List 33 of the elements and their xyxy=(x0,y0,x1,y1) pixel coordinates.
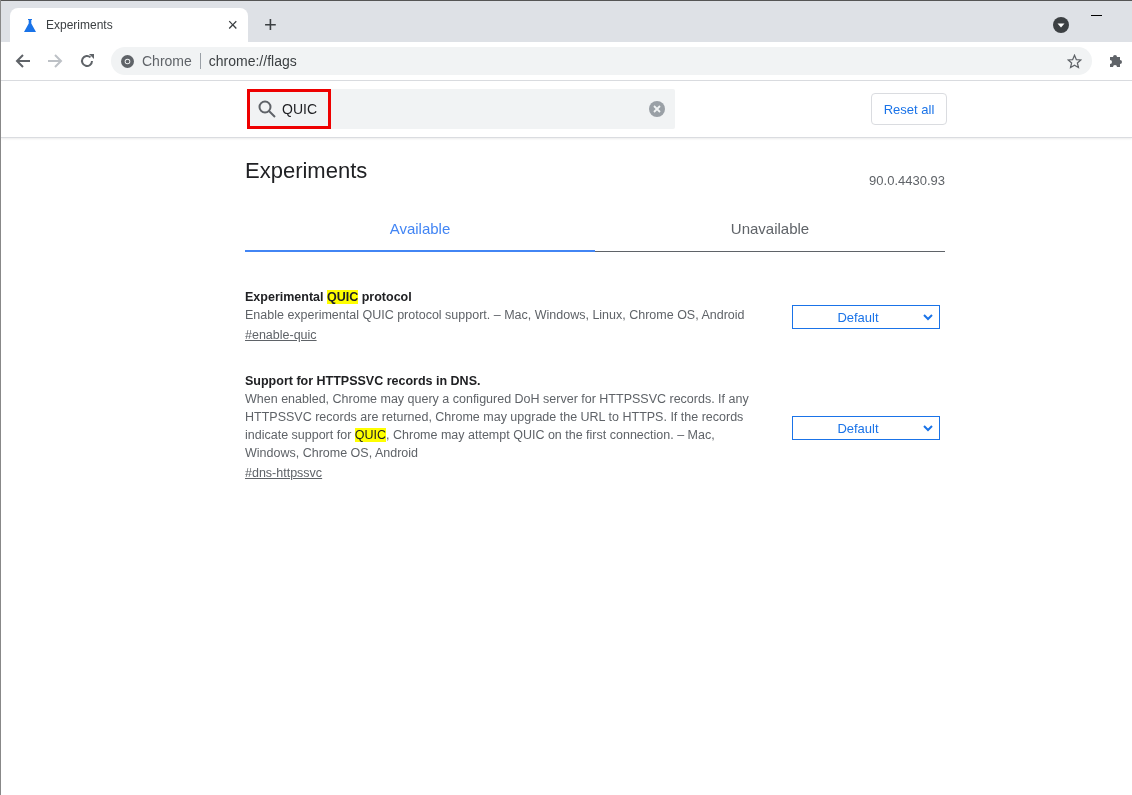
address-bar[interactable]: Chrome chrome://flags xyxy=(111,47,1092,75)
reload-icon[interactable] xyxy=(79,53,95,69)
page-heading: Experiments xyxy=(245,158,368,184)
tab-title: Experiments xyxy=(46,18,114,32)
chevron-down-icon xyxy=(923,313,933,321)
flag-description: Enable experimental QUIC protocol support. – Mac, Windows, Linux, Chrome OS, Android xyxy=(245,307,746,324)
tab[interactable]: Unavailable xyxy=(595,210,945,251)
back-icon[interactable] xyxy=(15,53,31,69)
tab[interactable]: Available xyxy=(245,210,595,252)
flag-dropdown[interactable]: Default xyxy=(792,416,940,440)
reset-all-button[interactable]: Reset all xyxy=(871,93,947,125)
browser-tab[interactable]: Experiments × xyxy=(10,8,248,42)
close-tab-button[interactable]: × xyxy=(227,16,238,34)
tab-search-icon[interactable] xyxy=(1053,17,1069,33)
flag-link[interactable]: #enable-quic xyxy=(245,324,317,346)
new-tab-button[interactable]: + xyxy=(264,14,277,36)
minimize-icon[interactable] xyxy=(1091,15,1102,17)
search-icon xyxy=(258,100,276,118)
url-text: chrome://flags xyxy=(208,53,297,69)
flag-link[interactable]: #dns-httpssvc xyxy=(245,462,323,484)
version-text: 90.0.4430.93 xyxy=(869,173,945,188)
flag-description: When enabled, Chrome may query a configured DoH server for HTTPSSVC records. If any HTTPSSVC records are returned, Chrome may upgrade the URL to HTTPS. If the records indicate support for QUIC, Chrome may attempt QUIC on the first connection. – Mac, Windows, Chrome OS, Android xyxy=(245,391,750,462)
chevron-down-icon xyxy=(923,424,933,432)
flag-title: Experimental QUIC protocol xyxy=(245,289,413,306)
star-icon[interactable] xyxy=(1067,53,1082,69)
site-label: Chrome xyxy=(142,53,192,69)
chrome-logo-icon xyxy=(121,54,134,68)
search-input[interactable]: QUIC xyxy=(282,101,320,117)
puzzle-piece-icon[interactable] xyxy=(1108,53,1124,69)
flag-title: Support for HTTPSSVC records in DNS. xyxy=(245,373,482,390)
search-field[interactable]: QUIC xyxy=(247,89,675,129)
flask-icon xyxy=(24,18,36,32)
flag-dropdown[interactable]: Default xyxy=(792,305,940,329)
